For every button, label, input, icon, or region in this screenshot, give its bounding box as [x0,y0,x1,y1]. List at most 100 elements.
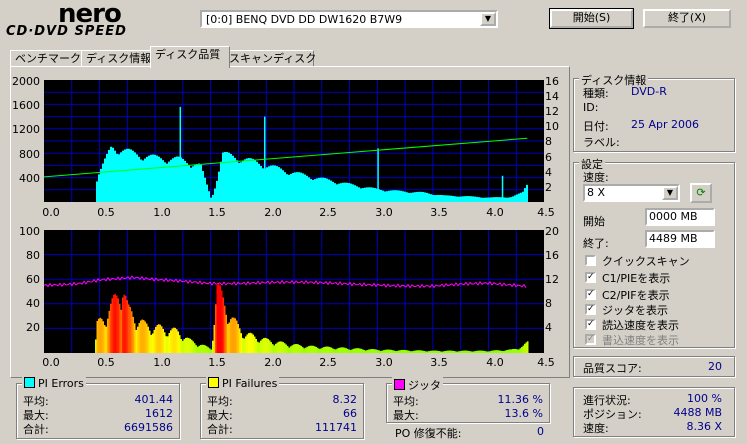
pif-bar [183,339,185,353]
pie-bar [382,190,384,202]
pif-bar [101,318,103,353]
pif-bar [407,350,409,353]
pif-bar [288,347,290,353]
drive-select-value: [0:0] BENQ DVD DD DW1620 B7W9 [206,13,403,26]
pif-bar [270,342,272,353]
pif-bar [290,346,292,353]
pie-bar [474,196,476,202]
pie-bar [482,197,484,202]
y2-tick: 16 [545,75,559,88]
pif-bar [516,349,518,353]
pif-bar [159,324,161,353]
pie-bar [194,165,196,202]
pie-bar [228,152,230,202]
progress-speed-label: 速度: [583,422,609,435]
y-tick: 1600 [12,99,40,112]
pie-bar [306,175,308,202]
pif-bar [492,350,494,353]
pie-bar [462,196,464,202]
pif-bar [279,341,281,353]
pif-bar [222,297,224,353]
tab-benchmark[interactable]: ベンチマーク [10,50,82,67]
tab-disc-info[interactable]: ディスク情報 [81,50,155,67]
pif-bar [390,349,392,353]
pie-bar [340,183,342,202]
pi-errors-group: PI Errors 平均: 401.44 最大: 1612 合計: 669158… [16,377,180,439]
pif-bar [248,333,250,353]
y2-tick: 16 [545,249,559,262]
pie-bar [288,174,290,202]
pif-bar [156,324,158,353]
drive-select[interactable]: [0:0] BENQ DVD DD DW1620 B7W9 ▼ [200,10,498,28]
start-input[interactable]: 0000 MB [645,208,715,226]
quick-scan-checkbox[interactable] [585,255,596,266]
pie-bar [348,183,350,202]
speed-select[interactable]: 8 X ▼ [583,184,680,202]
pif-bar [300,345,302,353]
chevron-down-icon[interactable]: ▼ [662,186,678,200]
progress-position: 4488 MB [673,406,722,419]
pif-bar [455,351,457,353]
show-write-speed-label: 書込速度を表示 [602,334,679,347]
pif-bar [441,351,443,353]
pie-bar [366,187,368,202]
pif-bar [510,349,512,353]
pif-bar [219,285,221,353]
show-pie-label: C1/PIEを表示 [602,272,671,285]
tab-scan-disc[interactable]: スキャンディスク [224,50,316,67]
pie-bar [128,148,130,202]
pie-spike [501,175,504,202]
pif-bar [459,351,461,353]
pie-bar [510,197,512,202]
po-failures-value: 0 [537,425,544,438]
y2-tick: 8 [545,297,552,310]
pif-bar [401,349,403,353]
start-button[interactable]: 開始(S) [549,8,634,29]
pif-bar [470,351,472,353]
pif-bar [405,350,407,353]
pif-bar [320,348,322,353]
pif-bar [414,350,416,353]
pif-bar [507,349,509,353]
show-jitter-checkbox[interactable]: ✓ [585,304,596,315]
pie-bar [206,184,208,202]
pif-bar [375,349,377,353]
end-input[interactable]: 4489 MB [645,230,715,248]
pif-bar [429,350,431,353]
show-read-speed-checkbox[interactable]: ✓ [585,319,596,330]
pie-swatch-icon [24,377,35,388]
y2-tick: 10 [545,120,559,133]
pie-bar [168,161,170,202]
pif-bar [308,346,310,353]
disc-date-label: 日付: [583,120,609,133]
pie-bar [172,158,174,202]
pie-bar [298,172,300,202]
pif-bar [332,348,334,353]
show-read-speed-label: 読込速度を表示 [602,319,679,332]
chevron-down-icon[interactable]: ▼ [480,12,496,26]
pif-bar [107,318,109,353]
tab-disc-quality[interactable]: ディスク品質 [150,46,230,68]
pie-bar [434,195,436,202]
pif-bar [480,350,482,353]
x-tick: 1.5 [208,206,226,219]
pie-bar [312,179,314,202]
y2-tick: 2 [545,181,552,194]
pif-chart-area: 100 80 60 40 20 20 16 12 8 4 0.0 0.5 1.0… [0,222,568,372]
pif-bar [443,351,445,353]
show-pif-checkbox[interactable]: ✓ [585,289,596,300]
pif-bar [491,350,493,353]
pif-bar [488,351,490,353]
pif-bar [467,350,469,353]
pif-bar [311,345,313,353]
pif-bar [309,345,311,353]
pif-bar [102,321,104,353]
show-pie-checkbox[interactable]: ✓ [585,272,596,283]
pif-bar [221,290,223,353]
exit-button[interactable]: 終了(X) [643,9,731,28]
pie-bar [320,177,322,202]
x-tick: 0.5 [97,356,115,369]
pie-bar [486,197,488,202]
pie-bar [428,193,430,202]
refresh-icon[interactable]: ⟳ [690,183,712,203]
